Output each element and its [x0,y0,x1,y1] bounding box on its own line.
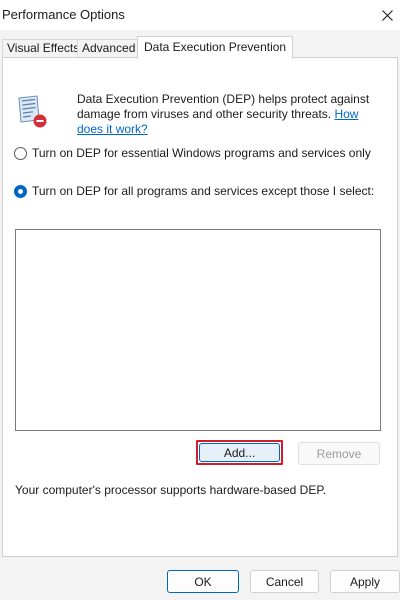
radio-essential-label: Turn on DEP for essential Windows progra… [32,146,371,160]
dep-tab-panel: Data Execution Prevention (DEP) helps pr… [2,57,398,557]
dep-description-text: Data Execution Prevention (DEP) helps pr… [77,92,370,121]
close-icon [381,9,393,21]
radio-all-label: Turn on DEP for all programs and service… [32,184,375,198]
hardware-support-text: Your computer's processor supports hardw… [15,483,327,497]
cancel-button[interactable]: Cancel [250,570,319,593]
radio-all-programs[interactable]: Turn on DEP for all programs and service… [14,184,374,198]
add-button-face: Add... [199,443,280,462]
tab-strip: Visual Effects Advanced Data Execution P… [0,36,400,59]
tab-advanced[interactable]: Advanced [77,39,141,58]
tab-visual-effects[interactable]: Visual Effects [2,39,85,58]
remove-button[interactable]: Remove [298,442,380,465]
performance-options-window: Performance Options Visual Effects Advan… [0,0,400,600]
shield-document-icon [18,95,47,128]
radio-essential-programs[interactable]: Turn on DEP for essential Windows progra… [14,146,371,160]
window-title: Performance Options [2,7,125,22]
dep-description: Data Execution Prevention (DEP) helps pr… [77,92,377,137]
radio-button-essential[interactable] [14,146,27,160]
close-button[interactable] [374,0,400,30]
radio-button-all[interactable] [14,184,27,198]
title-bar: Performance Options [0,0,400,30]
apply-button[interactable]: Apply [330,570,400,593]
program-exception-list[interactable] [15,229,381,431]
ok-button[interactable]: OK [167,570,239,593]
add-button[interactable]: Add... [196,440,283,465]
tab-data-execution-prevention[interactable]: Data Execution Prevention [137,36,294,59]
